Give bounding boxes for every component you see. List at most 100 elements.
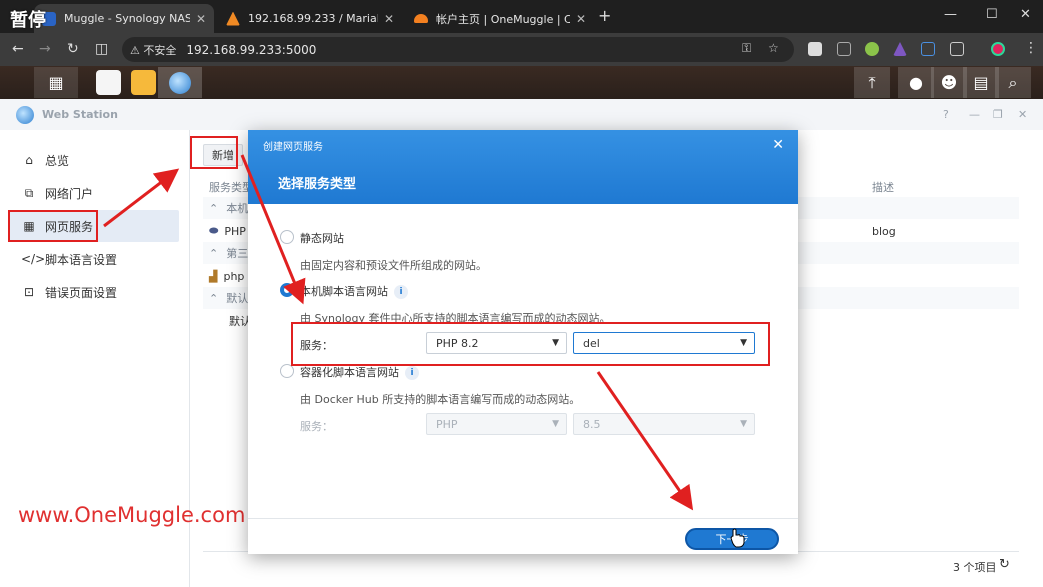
url-text: 192.168.99.233:5000 (186, 42, 317, 57)
option-description: 由固定内容和预设文件所组成的网站。 (300, 259, 487, 272)
mouse-cursor-icon (730, 528, 745, 548)
info-icon[interactable]: i (394, 285, 408, 299)
close-window-icon[interactable]: ✕ (1020, 7, 1031, 22)
dialog-footer: 下一步 (248, 518, 798, 554)
extension-4-icon[interactable] (893, 42, 907, 56)
select-value: 8.5 (583, 417, 601, 431)
star-icon[interactable]: ☆ (768, 41, 779, 55)
mariadb-favicon-icon (226, 11, 240, 26)
extension-3-icon[interactable] (865, 42, 879, 56)
column-description[interactable]: 描述 (872, 179, 894, 195)
group-label: 默认 (226, 292, 249, 305)
error-icon: ⊡ (23, 285, 35, 299)
menu-icon[interactable]: ⋮ (1024, 40, 1038, 56)
container-version-select[interactable]: 8.5 ▼ (573, 413, 755, 435)
extension-2-icon[interactable] (837, 42, 851, 56)
code-icon: </> (21, 252, 46, 266)
forward-icon[interactable]: → (39, 41, 51, 57)
row-name: php (223, 269, 245, 283)
reload-icon[interactable]: ↻ (67, 41, 79, 57)
portal-icon: ⧉ (24, 185, 34, 200)
php-package-icon: ▟ (209, 269, 218, 283)
web-station-taskbar-icon[interactable] (158, 67, 202, 98)
group-label: 本机 (226, 202, 249, 215)
new-tab-icon[interactable]: + (598, 6, 611, 25)
upload-icon[interactable]: ⤒ (854, 67, 890, 98)
package-center-icon[interactable] (96, 70, 121, 95)
close-tab-icon[interactable]: ✕ (384, 12, 394, 26)
service-label: 服务： (300, 420, 333, 433)
sidebar-item-label: 错误页面设置 (45, 285, 118, 300)
option-label[interactable]: 静态网站 (300, 230, 344, 246)
close-tab-icon[interactable]: ✕ (576, 12, 586, 26)
sidebar-item-label: 总览 (45, 153, 70, 168)
tab-synology[interactable]: Muggle - Synology NAS ✕ (34, 4, 214, 33)
home-icon: ⌂ (25, 153, 33, 167)
select-value: PHP (436, 417, 458, 431)
radio-static-website[interactable] (280, 230, 294, 244)
sidebar-item-script-language[interactable]: </> 脚本语言设置 (8, 243, 179, 275)
help-icon[interactable]: ? (943, 108, 949, 121)
tab-title: Muggle - Synology NAS (64, 12, 190, 25)
restore-window-icon[interactable]: ❐ (993, 108, 1003, 121)
extension-5-icon[interactable] (921, 42, 935, 56)
annotation-box-web-service (8, 210, 98, 242)
dialog-step-title: 选择服务类型 (278, 177, 357, 192)
option-label-wrap[interactable]: 本机脚本语言网站 i (300, 283, 408, 299)
sidebar-item-label: 网络门户 (45, 186, 94, 201)
option-label-wrap[interactable]: 容器化脚本语言网站 i (300, 364, 419, 380)
security-warning[interactable]: ⚠ 不安全 (130, 42, 176, 58)
option-label: 容器化脚本语言网站 (300, 366, 399, 379)
file-station-icon[interactable] (131, 70, 156, 95)
chevron-up-icon: ⌃ (209, 291, 219, 305)
chevron-down-icon: ▼ (552, 419, 559, 429)
url-bar[interactable]: ⚠ 不安全 192.168.99.233:5000 ⚿ ☆ (122, 37, 794, 62)
dialog-title: 创建网页服务 (263, 142, 323, 153)
info-icon[interactable]: i (405, 366, 419, 380)
minimize-icon[interactable]: — (944, 7, 957, 22)
radio-container-script-website[interactable] (280, 364, 294, 378)
web-station-logo-icon (16, 105, 34, 124)
sidebar-item-overview[interactable]: ⌂ 总览 (8, 144, 179, 176)
split-icon[interactable]: ◫ (95, 41, 108, 57)
radio-native-script-website[interactable] (280, 283, 294, 297)
container-service-select[interactable]: PHP ▼ (426, 413, 567, 435)
main-menu-icon[interactable]: ▦ (34, 67, 78, 98)
row-name: PHP (224, 224, 246, 238)
back-icon[interactable]: ← (12, 41, 24, 57)
pause-overlay-label: 暂停 (10, 10, 46, 31)
maximize-icon[interactable]: ☐ (986, 7, 998, 22)
search-icon[interactable]: ⌕ (995, 67, 1031, 98)
widgets-icon[interactable]: ▤ (963, 67, 999, 98)
close-tab-icon[interactable]: ✕ (196, 12, 206, 26)
group-label: 第三 (226, 247, 249, 260)
window-title-bar: Web Station (0, 99, 1043, 130)
chevron-up-icon: ⌃ (209, 201, 219, 215)
chevron-up-icon: ⌃ (209, 246, 219, 260)
chat-icon[interactable]: ● (898, 67, 934, 98)
annotation-box-add (190, 136, 238, 169)
option-label: 本机脚本语言网站 (300, 285, 388, 298)
browser-tab-bar: Muggle - Synology NAS ✕ 192.168.99.233 /… (0, 0, 1043, 33)
user-icon[interactable]: ☻ (931, 67, 967, 98)
sidebar-item-web-portal[interactable]: ⧉ 网络门户 (8, 177, 179, 209)
refresh-icon[interactable]: ↻ (999, 557, 1010, 572)
watermark: www.OneMuggle.com (18, 503, 246, 527)
extensions-icon[interactable] (950, 42, 964, 56)
tab-cloudflare[interactable]: 帐户主页 | OneMuggle | Clou ✕ (406, 4, 594, 33)
tab-mariadb[interactable]: 192.168.99.233 / MariaDB 10 ✕ (218, 4, 402, 33)
close-window-icon[interactable]: ✕ (1018, 108, 1027, 121)
extension-1-icon[interactable] (808, 42, 822, 56)
key-icon[interactable]: ⚿ (742, 41, 751, 56)
annotation-box-service-select (291, 322, 770, 366)
cloudflare-favicon-icon (414, 14, 428, 23)
tab-title: 192.168.99.233 / MariaDB 10 (248, 12, 378, 25)
dsm-taskbar: ▦ ⤒ ● ☻ ▤ ⌕ (0, 66, 1043, 99)
tab-title: 帐户主页 | OneMuggle | Clou (436, 12, 570, 26)
column-service-type[interactable]: 服务类型 (209, 179, 253, 195)
item-count: 3 个项目 (953, 561, 997, 574)
profile-icon[interactable] (991, 42, 1005, 56)
sidebar-item-error-page[interactable]: ⊡ 错误页面设置 (8, 276, 179, 308)
close-icon[interactable]: ✕ (772, 137, 784, 153)
minimize-window-icon[interactable]: — (969, 108, 980, 121)
